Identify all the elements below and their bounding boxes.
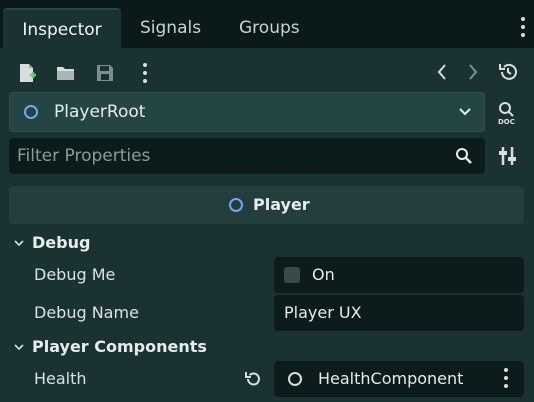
chevron-down-icon[interactable]: [13, 237, 25, 249]
tab-groups[interactable]: Groups: [239, 8, 300, 48]
prop-label-debug-me: Debug Me: [34, 265, 116, 284]
prop-label-debug-name: Debug Name: [34, 303, 139, 322]
new-resource-icon[interactable]: [16, 62, 38, 84]
health-node-field[interactable]: HealthComponent: [274, 361, 524, 397]
debug-me-checkbox-field[interactable]: On: [274, 257, 524, 293]
tab-signals[interactable]: Signals: [140, 8, 201, 48]
debug-name-field[interactable]: Player UX: [274, 295, 524, 331]
section-label: Player: [253, 195, 310, 214]
revert-icon[interactable]: [243, 369, 263, 389]
group-title-player-components[interactable]: Player Components: [32, 337, 207, 356]
chevron-down-icon: [459, 108, 471, 116]
back-icon[interactable]: [431, 60, 455, 84]
checkbox-label: On: [312, 265, 335, 284]
tab-inspector[interactable]: Inspector: [3, 8, 121, 48]
checkbox[interactable]: [284, 267, 300, 283]
open-folder-icon[interactable]: [55, 62, 77, 84]
filter-properties-field[interactable]: [9, 138, 485, 174]
dock-tabbar: Inspector Signals Groups: [0, 0, 534, 48]
tools-icon[interactable]: [497, 145, 519, 167]
dock-menu-icon[interactable]: [520, 17, 526, 39]
node-ring-icon: [229, 198, 243, 212]
chevron-down-icon[interactable]: [13, 341, 25, 353]
node-selector-label: PlayerRoot: [54, 102, 146, 122]
save-icon[interactable]: [94, 62, 116, 84]
group-title-debug[interactable]: Debug: [32, 233, 90, 252]
forward-icon[interactable]: [460, 60, 484, 84]
debug-name-value: Player UX: [284, 303, 362, 322]
section-header-player[interactable]: Player: [9, 186, 524, 224]
prop-label-health: Health: [34, 369, 87, 388]
more-icon[interactable]: [503, 368, 509, 390]
node-ring-icon: [288, 372, 302, 386]
more-icon[interactable]: [140, 62, 150, 84]
node-selector[interactable]: PlayerRoot: [9, 92, 485, 132]
filter-properties-input[interactable]: [17, 138, 437, 174]
search-icon: [456, 148, 472, 164]
node-ring-icon: [24, 105, 38, 119]
history-icon[interactable]: [496, 60, 520, 84]
object-doc-icon[interactable]: DOC: [496, 101, 520, 125]
svg-text:DOC: DOC: [498, 118, 515, 125]
health-node-value: HealthComponent: [318, 369, 464, 388]
